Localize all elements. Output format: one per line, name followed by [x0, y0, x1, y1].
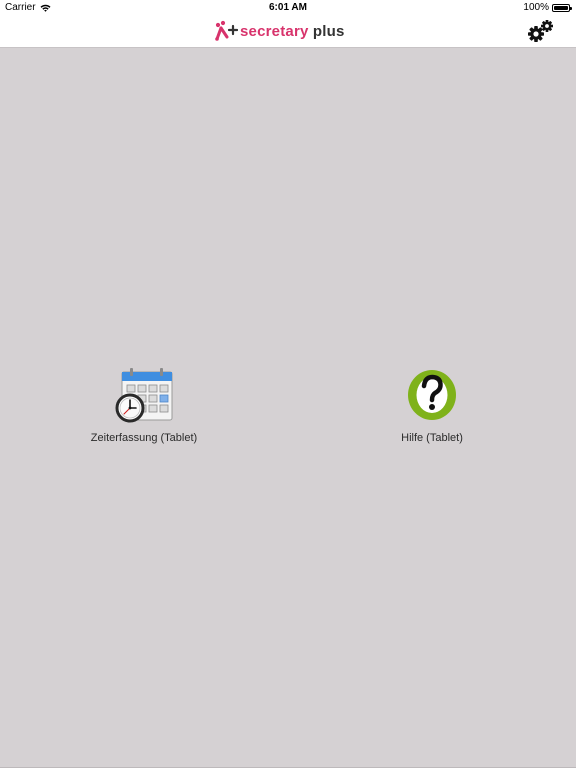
battery-icon: [552, 3, 572, 12]
tile-label-hilfe: Hilfe (Tablet): [401, 432, 463, 444]
settings-button[interactable]: [528, 19, 554, 45]
logo-plus-text: plus: [312, 22, 345, 40]
calendar-clock-icon: [115, 368, 173, 423]
app-logo: secretary plus: [214, 19, 345, 43]
status-bar: Carrier 6:01 AM 100%: [0, 0, 576, 16]
tile-hilfe[interactable]: Hilfe (Tablet): [352, 364, 512, 444]
status-time: 6:01 AM: [269, 2, 307, 13]
tile-label-zeiterfassung: Zeiterfassung (Tablet): [90, 432, 198, 444]
logo-brand-text: secretary: [240, 22, 309, 40]
tile-zeiterfassung[interactable]: Zeiterfassung (Tablet): [64, 364, 224, 444]
logo-mark-icon: [215, 20, 238, 41]
help-question-icon: [408, 370, 456, 420]
gears-icon: [528, 20, 553, 42]
battery-percent: 100%: [523, 2, 549, 13]
nav-bar: secretary plus: [0, 16, 576, 48]
status-battery: 100%: [523, 2, 572, 13]
